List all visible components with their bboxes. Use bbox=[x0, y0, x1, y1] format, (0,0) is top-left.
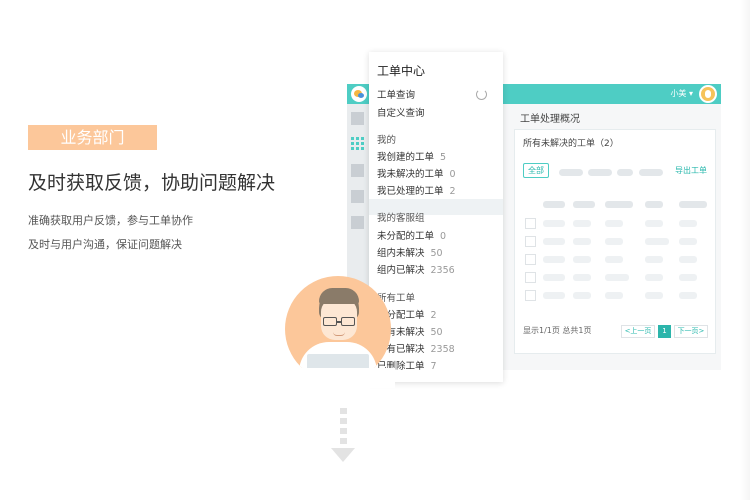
description-line-2: 及时与用户沟通，保证问题解决 bbox=[28, 238, 182, 251]
table-header-cell bbox=[605, 201, 633, 208]
edge-shadow bbox=[740, 0, 750, 500]
next-page-button[interactable]: 下一页> bbox=[674, 325, 708, 338]
sidebar-placeholder-icon[interactable] bbox=[351, 112, 364, 125]
pagination-info: 显示1/1页 总共1页 bbox=[523, 326, 592, 335]
arrow-dash bbox=[340, 418, 347, 424]
ticket-panel: 所有未解决的工单（2） 全部 导出工单 显示1/1页 总共1页 <上一页 1 下… bbox=[514, 129, 716, 354]
filter-placeholder[interactable] bbox=[559, 169, 583, 176]
menu-title: 工单中心 bbox=[377, 64, 426, 78]
count-badge: 50 bbox=[430, 327, 443, 338]
table-header-cell bbox=[573, 201, 595, 208]
refresh-icon[interactable] bbox=[476, 89, 487, 100]
count-badge: 50 bbox=[430, 248, 443, 259]
glasses-icon bbox=[341, 317, 355, 326]
count-badge: 2358 bbox=[430, 344, 455, 355]
user-menu[interactable]: 小美 ▾ bbox=[670, 88, 693, 99]
count-badge: 2 bbox=[449, 186, 456, 197]
description-line-1: 准确获取用户反馈，参与工单协作 bbox=[28, 214, 193, 227]
menu-item-my-handled[interactable]: 我已处理的工单 2 bbox=[377, 183, 456, 197]
menu-item-group-unassigned[interactable]: 未分配的工单 0 bbox=[377, 228, 446, 242]
table-header-cell bbox=[679, 201, 707, 208]
count-badge: 2 bbox=[430, 310, 437, 321]
filter-all-button[interactable]: 全部 bbox=[523, 163, 549, 178]
avatar-fringe bbox=[319, 288, 359, 304]
count-badge: 5 bbox=[440, 152, 447, 163]
sidebar-placeholder-icon[interactable] bbox=[351, 190, 364, 203]
row-checkbox[interactable] bbox=[525, 218, 536, 229]
panel-subtitle: 所有未解决的工单（2） bbox=[523, 139, 619, 149]
down-arrow-icon bbox=[331, 448, 355, 462]
export-tickets-link[interactable]: 导出工单 bbox=[675, 165, 707, 176]
avatar-baseline bbox=[285, 368, 395, 388]
grid-icon[interactable] bbox=[351, 137, 364, 150]
row-checkbox[interactable] bbox=[525, 254, 536, 265]
table-header-cell bbox=[645, 201, 663, 208]
count-badge: 0 bbox=[440, 231, 447, 242]
glasses-bridge bbox=[336, 321, 342, 323]
filter-placeholder[interactable] bbox=[588, 169, 612, 176]
menu-item-group-unresolved[interactable]: 组内未解决 50 bbox=[377, 245, 443, 259]
department-badge: 业务部门 bbox=[28, 125, 157, 150]
glasses-icon bbox=[323, 317, 337, 326]
count-badge: 2356 bbox=[430, 265, 455, 276]
panel-title: 工单处理概况 bbox=[520, 114, 580, 125]
menu-item-my-unresolved[interactable]: 我未解决的工单 0 bbox=[377, 166, 456, 180]
count-badge: 7 bbox=[430, 361, 437, 372]
menu-item-ticket-search[interactable]: 工单查询 bbox=[377, 87, 415, 101]
sidebar-placeholder-icon[interactable] bbox=[351, 164, 364, 177]
sidebar-placeholder-icon[interactable] bbox=[351, 216, 364, 229]
menu-group-service-team: 我的客服组 bbox=[377, 213, 425, 224]
table-header-cell bbox=[543, 201, 565, 208]
app-logo-icon[interactable] bbox=[351, 86, 367, 102]
arrow-dash bbox=[340, 438, 347, 444]
support-agent-avatar bbox=[285, 276, 391, 382]
row-checkbox[interactable] bbox=[525, 290, 536, 301]
menu-item-custom-search[interactable]: 自定义查询 bbox=[377, 105, 425, 119]
row-checkbox[interactable] bbox=[525, 236, 536, 247]
arrow-dash bbox=[340, 428, 347, 434]
count-badge: 0 bbox=[449, 169, 456, 180]
arrow-dash bbox=[340, 408, 347, 414]
user-avatar-icon[interactable] bbox=[699, 85, 717, 103]
page-number-button[interactable]: 1 bbox=[658, 325, 671, 338]
filter-placeholder[interactable] bbox=[639, 169, 663, 176]
headline: 及时获取反馈，协助问题解决 bbox=[28, 172, 276, 194]
menu-group-mine: 我的 bbox=[377, 135, 397, 146]
filter-placeholder[interactable] bbox=[617, 169, 633, 176]
prev-page-button[interactable]: <上一页 bbox=[621, 325, 655, 338]
row-checkbox[interactable] bbox=[525, 272, 536, 283]
menu-item-group-resolved[interactable]: 组内已解决 2356 bbox=[377, 262, 455, 276]
menu-item-my-created[interactable]: 我创建的工单 5 bbox=[377, 149, 446, 163]
